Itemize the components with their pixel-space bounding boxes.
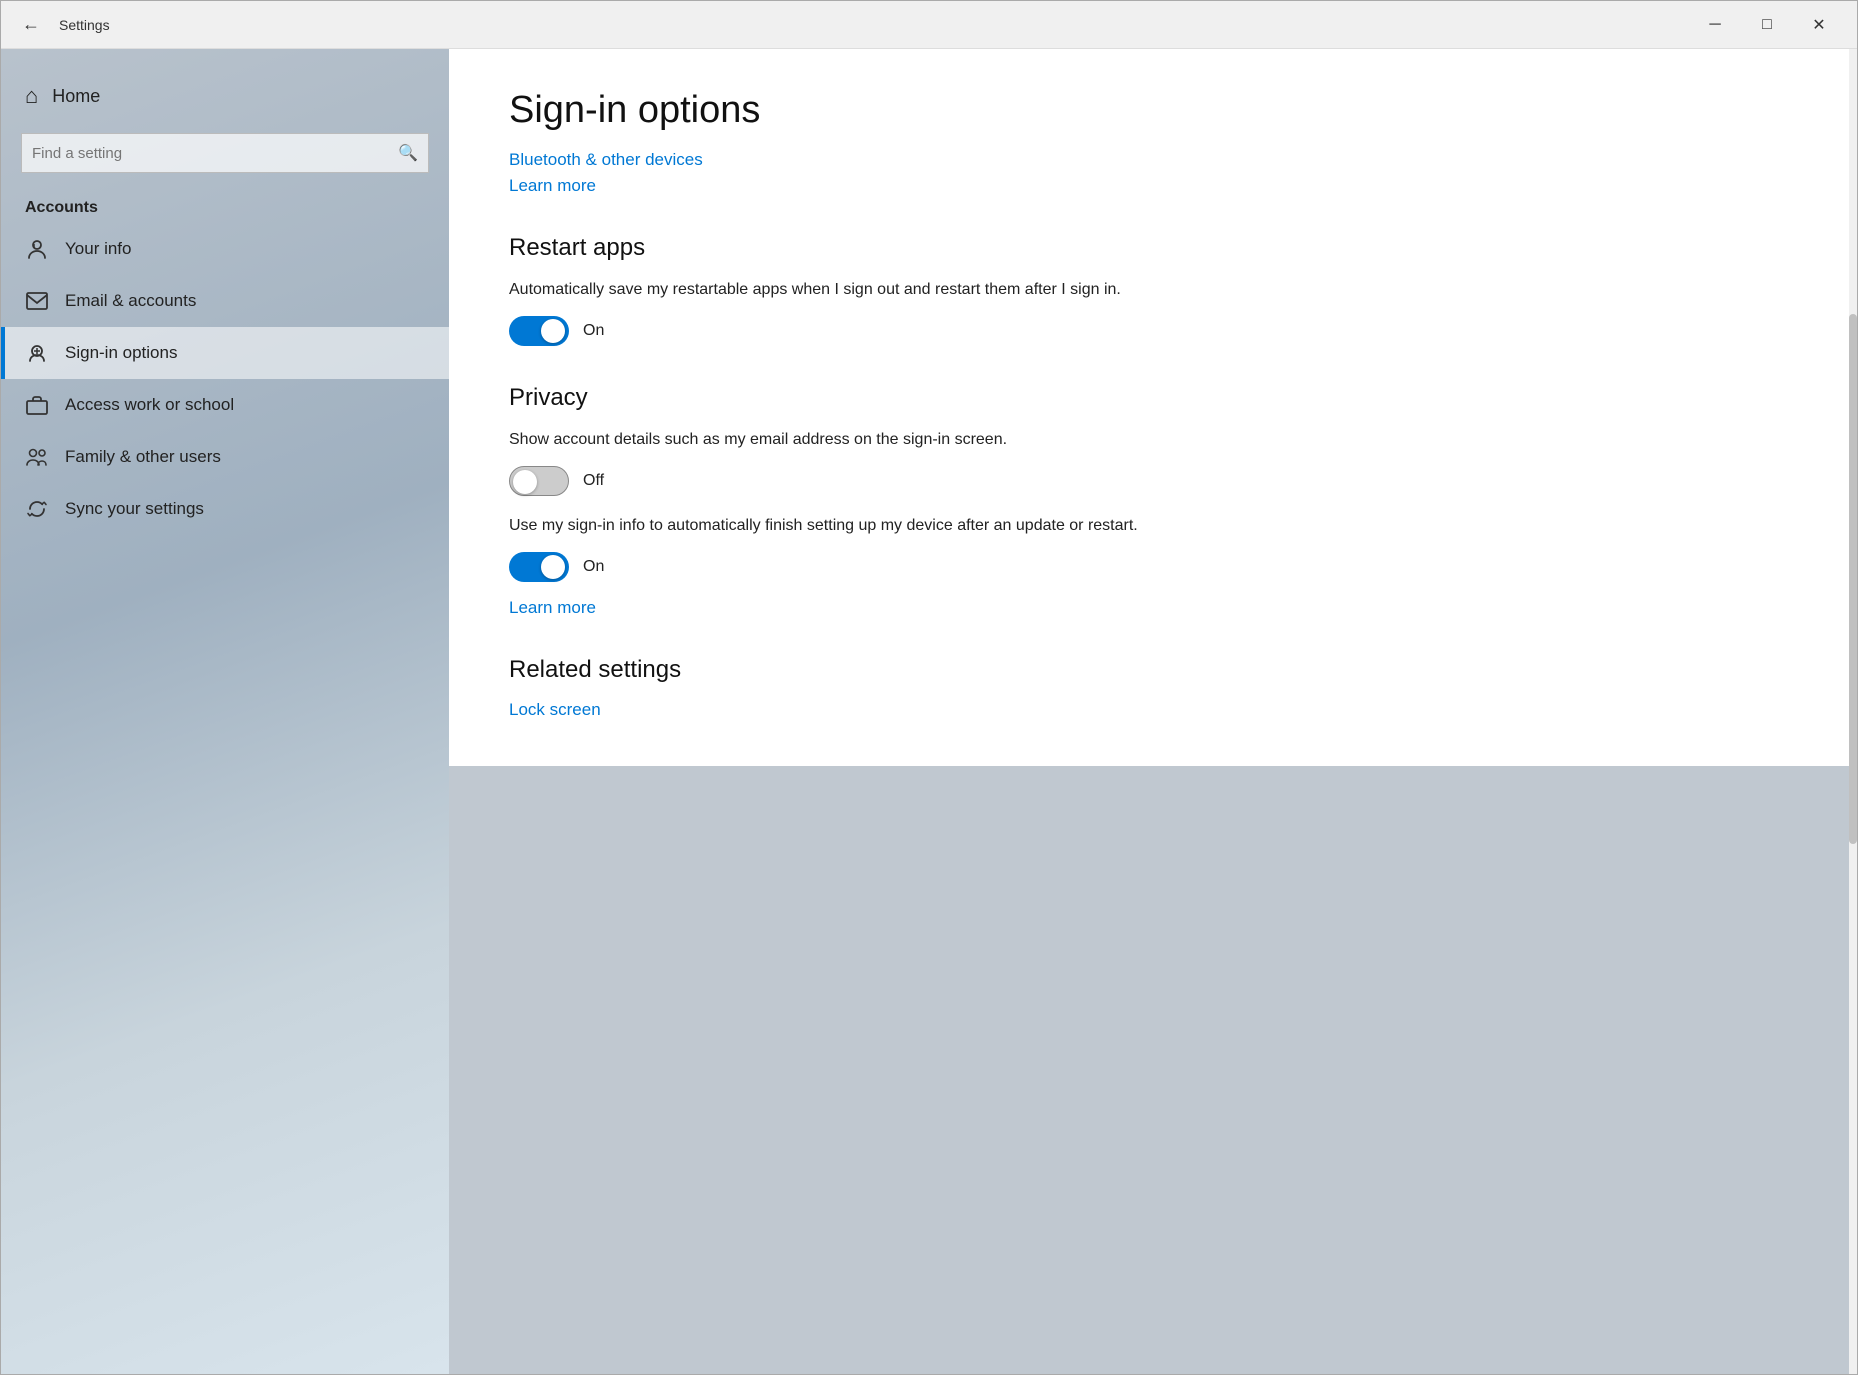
content-wrapper: Sign-in options Bluetooth & other device… [449, 49, 1857, 1374]
scrollbar-thumb[interactable] [1849, 314, 1857, 844]
privacy-toggle2-row: On [509, 552, 1797, 582]
work-icon [25, 393, 49, 417]
privacy-desc-1: Show account details such as my email ad… [509, 428, 1189, 452]
sidebar-item-your-info[interactable]: Your info [1, 223, 449, 275]
sidebar-item-access-work[interactable]: Access work or school [1, 379, 449, 431]
privacy-toggle-1[interactable] [509, 466, 569, 496]
privacy-section: Privacy Show account details such as my … [509, 384, 1797, 618]
learn-more-link-2[interactable]: Learn more [509, 598, 1797, 618]
sign-in-icon [25, 341, 49, 365]
sidebar-item-email-accounts[interactable]: Email & accounts [1, 275, 449, 327]
privacy-title: Privacy [509, 384, 1797, 412]
sidebar-item-label: Email & accounts [65, 291, 196, 311]
related-settings-section: Related settings Lock screen [509, 656, 1797, 720]
email-icon [25, 289, 49, 313]
content-area: Sign-in options Bluetooth & other device… [449, 49, 1857, 766]
page-title: Sign-in options [509, 89, 1797, 132]
sidebar-section-label: Accounts [1, 189, 449, 223]
titlebar-title: Settings [59, 17, 110, 33]
toggle-knob-2 [541, 555, 565, 579]
sync-icon [25, 497, 49, 521]
restart-apps-toggle-label: On [583, 322, 604, 340]
toggle-knob [541, 319, 565, 343]
restart-apps-title: Restart apps [509, 234, 1797, 262]
titlebar: ← Settings ─ □ ✕ [1, 1, 1857, 49]
privacy-toggle1-row: Off [509, 466, 1797, 496]
restart-apps-toggle[interactable] [509, 316, 569, 346]
toggle-knob-1 [513, 470, 537, 494]
home-nav-item[interactable]: ⌂ Home [1, 69, 449, 123]
privacy-toggle1-label: Off [583, 472, 604, 490]
search-input[interactable] [32, 145, 390, 162]
related-settings-title: Related settings [509, 656, 1797, 684]
privacy-toggle2-label: On [583, 558, 604, 576]
maximize-button[interactable]: □ [1741, 1, 1793, 49]
restart-apps-section: Restart apps Automatically save my resta… [509, 234, 1797, 346]
learn-more-link-1[interactable]: Learn more [509, 176, 1797, 196]
your-info-icon [25, 237, 49, 261]
home-icon: ⌂ [25, 83, 38, 109]
family-icon [25, 445, 49, 469]
sidebar-item-label: Family & other users [65, 447, 221, 467]
close-button[interactable]: ✕ [1793, 1, 1845, 49]
search-box[interactable]: 🔍 [21, 133, 429, 173]
sidebar-item-label: Your info [65, 239, 131, 259]
sidebar-item-label: Access work or school [65, 395, 234, 415]
sidebar: ⌂ Home 🔍 Accounts Your info [1, 49, 449, 1374]
window-controls: ─ □ ✕ [1689, 1, 1845, 49]
restart-apps-description: Automatically save my restartable apps w… [509, 278, 1189, 302]
minimize-button[interactable]: ─ [1689, 1, 1741, 49]
bluetooth-devices-link[interactable]: Bluetooth & other devices [509, 150, 1797, 170]
back-button[interactable]: ← [13, 7, 49, 43]
sidebar-item-sync-settings[interactable]: Sync your settings [1, 483, 449, 535]
sidebar-item-label: Sync your settings [65, 499, 204, 519]
lock-screen-link[interactable]: Lock screen [509, 700, 1797, 720]
privacy-toggle-2[interactable] [509, 552, 569, 582]
privacy-desc-2: Use my sign-in info to automatically fin… [509, 514, 1189, 538]
restart-apps-toggle-row: On [509, 316, 1797, 346]
scrollbar-track[interactable] [1849, 49, 1857, 1374]
sidebar-item-sign-in-options[interactable]: Sign-in options [1, 327, 449, 379]
sidebar-item-label: Sign-in options [65, 343, 177, 363]
home-label: Home [52, 86, 100, 107]
search-icon: 🔍 [398, 143, 418, 163]
sidebar-item-family-users[interactable]: Family & other users [1, 431, 449, 483]
